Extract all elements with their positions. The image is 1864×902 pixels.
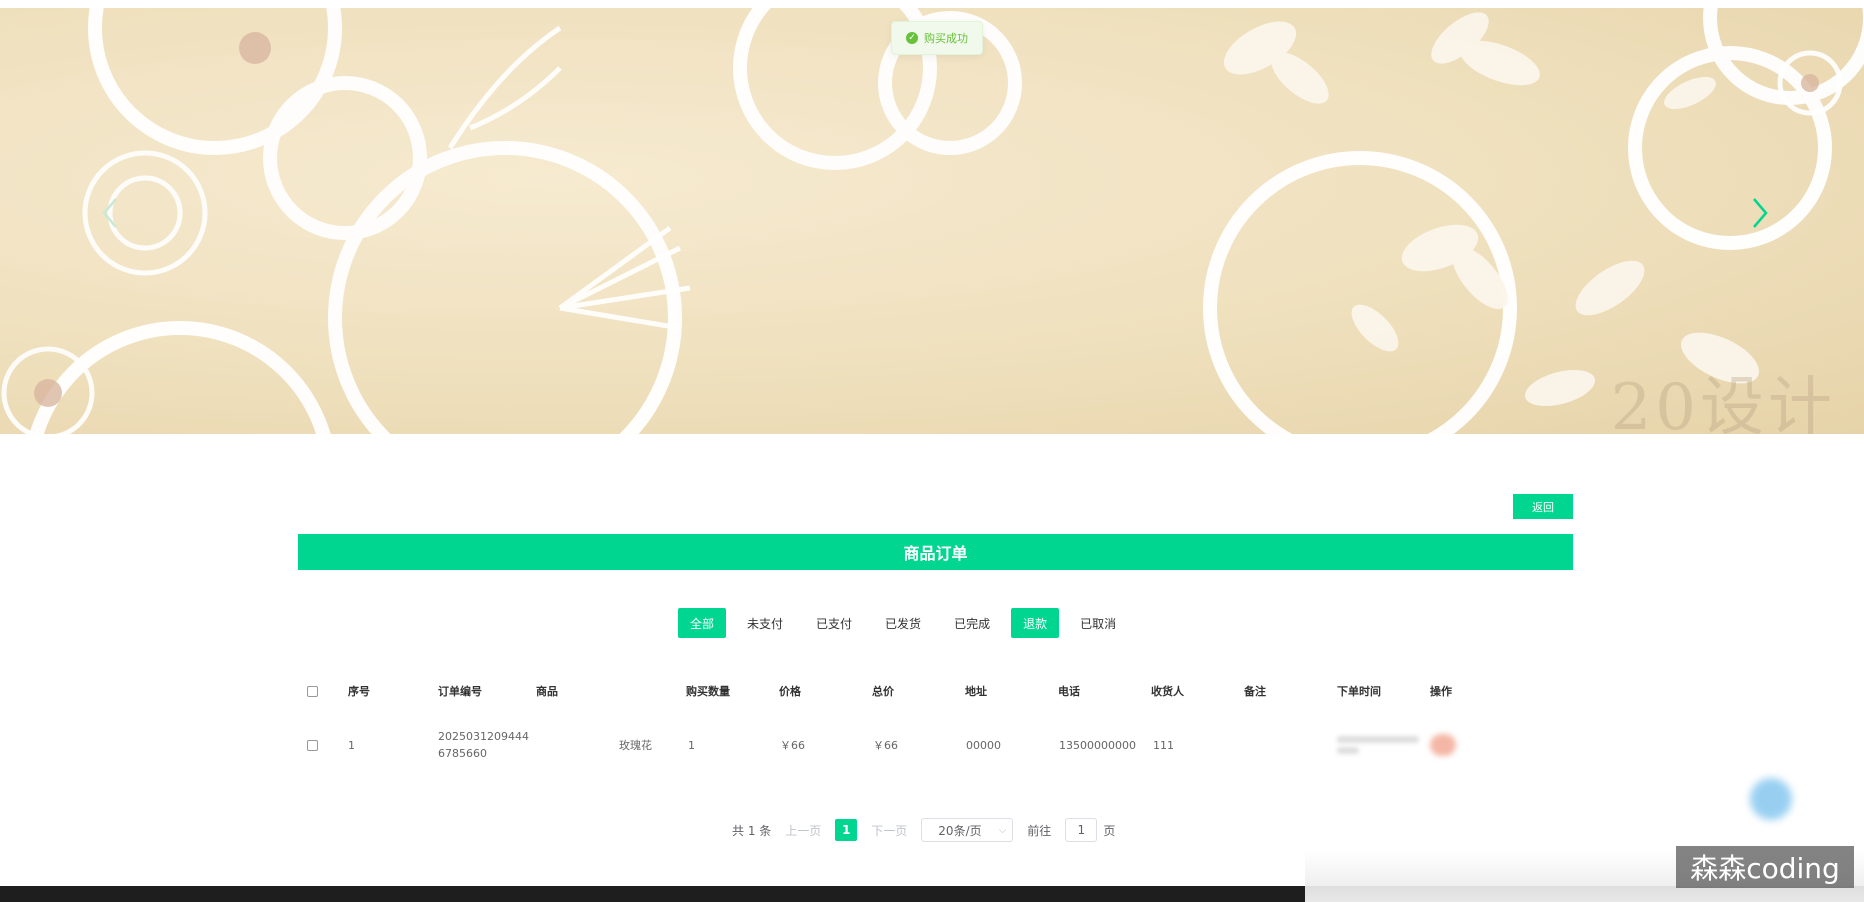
toast-message: 购买成功 <box>924 32 968 45</box>
tab-all[interactable]: 全部 <box>678 608 727 638</box>
pagination-next-button[interactable]: 下一页 <box>871 822 907 839</box>
pagination: 共 1 条 上一页 1 下一页 20条/页 ⌵ 前往 页 <box>732 818 1115 842</box>
col-header-order-time: 下单时间 <box>1337 685 1381 698</box>
pagination-total: 共 1 条 <box>732 823 772 838</box>
col-header-price: 价格 <box>779 685 801 698</box>
page-title-text: 商品订单 <box>903 544 968 563</box>
pagination-page-1[interactable]: 1 <box>835 819 858 841</box>
row-total: ￥66 <box>873 739 898 752</box>
goto-prefix: 前往 <box>1027 823 1052 838</box>
col-header-actions: 操作 <box>1430 685 1452 698</box>
col-header-phone: 电话 <box>1058 685 1080 698</box>
tab-unpaid[interactable]: 未支付 <box>735 608 796 638</box>
row-order-time-blurred <box>1337 732 1419 758</box>
page-size-select[interactable]: 20条/页 ⌵ <box>921 818 1014 842</box>
floating-service-button[interactable] <box>1750 778 1792 820</box>
success-toast: ✓ 购买成功 <box>891 21 983 55</box>
col-header-remark: 备注 <box>1244 685 1266 698</box>
table-header-row: 序号 订单编号 商品 购买数量 价格 总价 地址 电话 收货人 备注 下单时间 … <box>298 670 1478 712</box>
orders-table: 序号 订单编号 商品 购买数量 价格 总价 地址 电话 收货人 备注 下单时间 … <box>298 670 1478 778</box>
row-action-button[interactable] <box>1430 734 1456 756</box>
row-receiver: 111 <box>1153 738 1174 752</box>
check-circle-icon: ✓ <box>906 32 918 44</box>
row-product: 玫瑰花 <box>619 739 652 752</box>
back-button[interactable]: 返回 <box>1513 494 1573 519</box>
tab-paid[interactable]: 已支付 <box>804 608 865 638</box>
row-checkbox[interactable] <box>307 739 318 751</box>
row-price: ￥66 <box>780 739 805 752</box>
table-row: 1 2025031209444 6785660 玫瑰花 1 ￥66 ￥66 00… <box>298 712 1478 778</box>
col-header-product: 商品 <box>536 685 558 698</box>
col-header-receiver: 收货人 <box>1151 685 1184 698</box>
row-quantity: 1 <box>688 738 695 752</box>
hero-banner: 20设计 <box>0 8 1864 434</box>
chevron-right-icon <box>1753 198 1768 228</box>
row-order-no-line2: 6785660 <box>438 747 487 760</box>
row-order-no-line1: 2025031209444 <box>438 730 529 743</box>
col-header-index: 序号 <box>348 685 370 698</box>
row-address: 00000 <box>966 738 1001 752</box>
row-actions <box>1430 712 1456 778</box>
goto-suffix: 页 <box>1103 823 1116 838</box>
row-order-time <box>1337 712 1419 778</box>
col-header-order-no: 订单编号 <box>438 685 482 698</box>
col-header-total: 总价 <box>872 685 894 698</box>
row-phone: 13500000000 <box>1059 738 1136 752</box>
order-status-tabs: 全部 未支付 已支付 已发货 已完成 退款 已取消 <box>678 608 1129 638</box>
chevron-down-icon: ⌵ <box>998 824 1007 836</box>
page-title: 商品订单 <box>298 534 1573 570</box>
pagination-prev-button[interactable]: 上一页 <box>785 822 821 839</box>
row-order-no: 2025031209444 6785660 <box>438 712 529 778</box>
tab-completed[interactable]: 已完成 <box>942 608 1003 638</box>
carousel-next-button[interactable] <box>1740 193 1780 233</box>
tab-cancelled[interactable]: 已取消 <box>1068 608 1129 638</box>
row-index: 1 <box>348 738 355 752</box>
select-all-checkbox[interactable] <box>307 685 318 697</box>
tab-refund[interactable]: 退款 <box>1011 608 1060 638</box>
col-header-address: 地址 <box>965 685 987 698</box>
chevron-left-icon <box>102 198 117 228</box>
banner-watermark: 20设计 <box>1610 371 1836 434</box>
page-size-value: 20条/页 <box>938 823 982 838</box>
tab-shipped[interactable]: 已发货 <box>873 608 934 638</box>
banner-artwork <box>1 8 1864 434</box>
carousel-prev-button[interactable] <box>92 193 132 233</box>
watermark-badge: 森森coding <box>1676 846 1854 888</box>
col-header-quantity: 购买数量 <box>686 685 730 698</box>
goto-page-input[interactable] <box>1065 818 1098 842</box>
